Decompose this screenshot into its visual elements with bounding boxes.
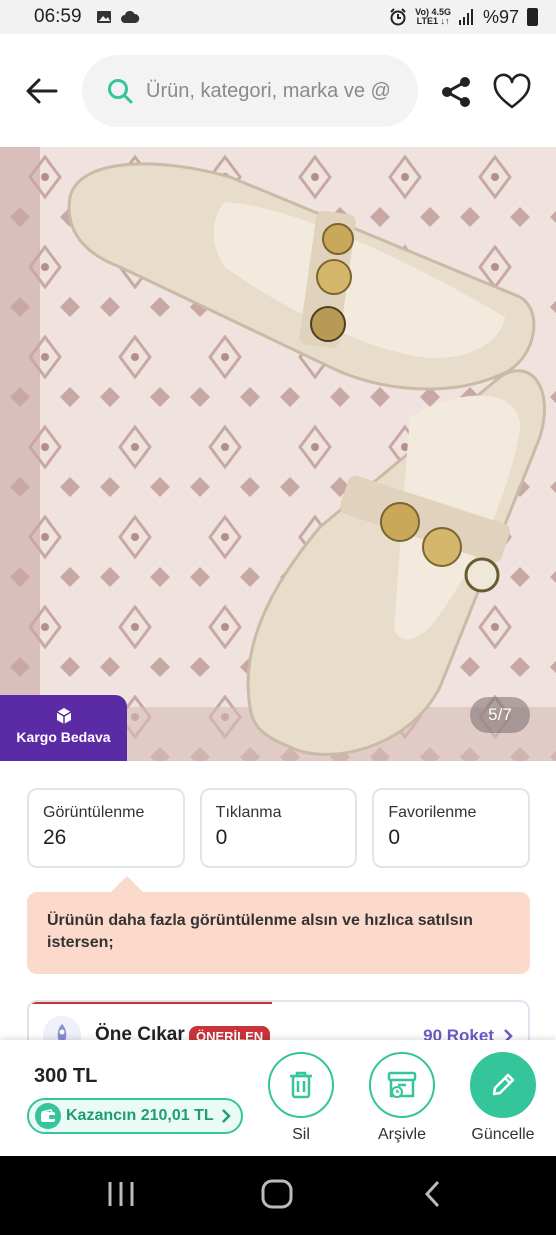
stat-label: Favorilenme [388, 804, 477, 821]
boost-progress [29, 1002, 272, 1004]
trash-icon [290, 1071, 312, 1099]
delete-label: Sil [292, 1126, 310, 1143]
chevron-right-icon [221, 1109, 231, 1123]
stat-label: Görüntülenme [43, 804, 145, 821]
archive-button[interactable]: Arşivle [357, 1052, 447, 1144]
free-shipping-badge: Kargo Bedava [0, 695, 127, 761]
stat-value: 0 [215, 826, 228, 849]
heart-icon[interactable] [492, 72, 532, 112]
stats-row: Görüntülenme 26 Tıklanma 0 Favorilenme 0 [27, 788, 531, 868]
delete-circle[interactable] [268, 1052, 334, 1118]
price: 300 TL [34, 1065, 98, 1087]
stat-favorites: Favorilenme 0 [372, 788, 531, 868]
gallery-icon [96, 11, 111, 23]
image-counter: 5/7 [470, 697, 530, 733]
bottom-action-panel: 300 TL Kazancın 210,01 TL Sil Arşivle Gü… [0, 1040, 556, 1156]
archive-label: Arşivle [377, 1126, 426, 1143]
battery-percent: %97 [482, 6, 519, 27]
stat-views: Görüntülenme 26 [27, 788, 185, 868]
update-circle[interactable] [470, 1052, 536, 1118]
stat-value: 26 [43, 826, 67, 849]
cloud-icon [120, 10, 139, 23]
search-placeholder: Ürün, kategori, marka ve @ [146, 79, 391, 102]
back-arrow-icon[interactable] [22, 71, 62, 111]
recent-apps-icon[interactable] [106, 1178, 136, 1210]
top-bar: Ürün, kategori, marka ve @ [0, 34, 556, 147]
stat-clicks: Tıklanma 0 [199, 788, 358, 868]
signal-icon [458, 9, 473, 25]
wallet-icon [35, 1103, 61, 1129]
earnings-chip[interactable]: Kazancın 210,01 TL [27, 1098, 243, 1134]
search-icon [108, 79, 133, 104]
status-time: 06:59 [34, 6, 82, 27]
free-shipping-label: Kargo Bedava [16, 729, 111, 745]
back-icon[interactable] [420, 1178, 446, 1210]
earnings-label: Kazancın 210,01 TL [66, 1107, 214, 1124]
alarm-icon [390, 8, 406, 26]
update-label: Güncelle [471, 1126, 535, 1143]
stat-label: Tıklanma [215, 804, 282, 821]
network-indicator: Vo) 4.5G LTE1 ↓↑ [415, 7, 451, 26]
delete-button[interactable]: Sil [256, 1052, 346, 1144]
battery-icon [527, 8, 538, 26]
package-icon [56, 708, 71, 724]
status-bar: 06:59 Vo) 4.5G LTE1 ↓↑ %97 [0, 0, 556, 34]
product-photo-shoes [0, 147, 556, 761]
archive-circle[interactable] [369, 1052, 435, 1118]
home-icon[interactable] [260, 1178, 294, 1210]
system-nav-bar [0, 1156, 556, 1235]
product-image[interactable] [0, 147, 556, 761]
stat-value: 0 [388, 826, 401, 849]
pencil-icon [492, 1073, 515, 1096]
share-icon[interactable] [438, 74, 474, 110]
tip-pointer [111, 876, 143, 892]
update-button[interactable]: Güncelle [458, 1052, 548, 1144]
boost-tip: Ürünün daha fazla görüntülenme alsın ve … [27, 892, 530, 974]
search-input[interactable]: Ürün, kategori, marka ve @ [82, 55, 418, 127]
archive-icon [387, 1071, 417, 1098]
